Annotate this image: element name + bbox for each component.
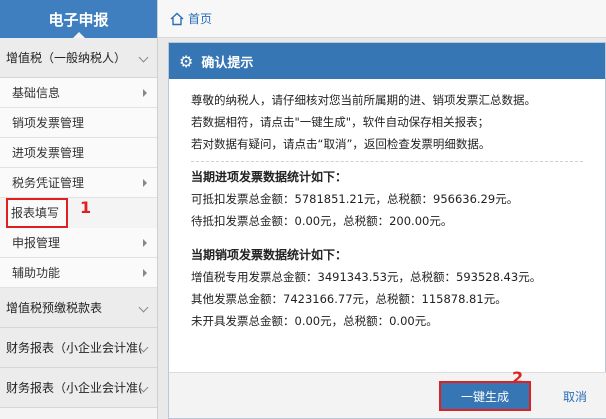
sidebar-item-report-fill[interactable]: 报表填写 <box>6 198 68 228</box>
chevron-right-icon <box>143 88 147 97</box>
dialog-body: 尊敬的纳税人，请仔细核对您当前所属期的进、销项发票汇总数据。 若数据相符，请点击… <box>169 79 605 332</box>
output-heading: 当期销项发票数据统计如下： <box>191 248 348 262</box>
home-link[interactable]: 首页 <box>188 10 212 27</box>
sidebar-title-text: 电子申报 <box>48 10 109 29</box>
annotation-marker-2: 2 <box>512 368 524 387</box>
sidebar-section-financial-2[interactable]: 财务报表（小企业会计准( <box>0 368 157 408</box>
chevron-down-icon <box>138 52 149 62</box>
sidebar-item-label: 税务凭证管理 <box>12 176 85 190</box>
cancel-button[interactable]: 取消 <box>543 381 606 411</box>
top-bar: 首页 <box>158 0 606 38</box>
input-stat-line: 待抵扣发票总金额：0.00元，总税额：200.00元。 <box>191 214 453 228</box>
annotation-marker-1: 1 <box>80 198 92 217</box>
sidebar: 电子申报 增值税（一般纳税人） 基础信息 销项发票管理 进项发票管理 税务凭证管… <box>0 0 158 419</box>
sidebar-section-prepay[interactable]: 增值税预缴税款表 <box>0 288 157 328</box>
sidebar-item-label: 基础信息 <box>12 86 61 100</box>
sidebar-item-purchase-invoice[interactable]: 进项发票管理 <box>0 138 157 168</box>
sidebar-section-vat[interactable]: 增值税（一般纳税人） <box>0 38 157 78</box>
home-icon[interactable] <box>170 12 184 26</box>
sidebar-section-prepay-label: 增值税预缴税款表 <box>6 301 103 315</box>
dialog-titlebar: ⚙ 确认提示 <box>169 43 605 79</box>
output-stat-line: 未开具发票总金额：0.00元，总税额：0.00元。 <box>191 314 438 328</box>
chevron-right-icon <box>143 178 147 187</box>
sidebar-item-declare-manage[interactable]: 申报管理 <box>0 228 157 258</box>
intro-line: 若对数据有疑问，请点击“取消”，返回检查发票明细数据。 <box>191 137 491 151</box>
chevron-right-icon <box>143 238 147 247</box>
sidebar-item-basic-info[interactable]: 基础信息 <box>0 78 157 108</box>
sidebar-item-aux-functions[interactable]: 辅助功能 <box>0 258 157 288</box>
sidebar-item-tax-voucher[interactable]: 税务凭证管理 <box>0 168 157 198</box>
sidebar-item-label: 进项发票管理 <box>12 146 85 160</box>
sidebar-section-financial-1-label: 财务报表（小企业会计准( <box>6 341 143 355</box>
divider <box>191 161 583 162</box>
dialog-title: 确认提示 <box>201 55 254 71</box>
sidebar-item-sales-invoice[interactable]: 销项发票管理 <box>0 108 157 138</box>
intro-line: 若数据相符，请点击"一键生成"，软件自动保存相关报表； <box>191 115 490 129</box>
sidebar-item-label: 辅助功能 <box>12 266 61 280</box>
chevron-down-icon <box>138 302 149 312</box>
intro-line: 尊敬的纳税人，请仔细核对您当前所属期的进、销项发票汇总数据。 <box>191 93 536 107</box>
sidebar-item-label: 销项发票管理 <box>12 116 85 130</box>
sidebar-item-label: 申报管理 <box>12 236 61 250</box>
confirm-dialog: ⚙ 确认提示 尊敬的纳税人，请仔细核对您当前所属期的进、销项发票汇总数据。 若数… <box>168 42 606 419</box>
output-stat-line: 其他发票总金额：7423166.77元，总税额：115878.81元。 <box>191 292 507 306</box>
sidebar-section-vat-label: 增值税（一般纳税人） <box>6 51 127 65</box>
chevron-right-icon <box>143 268 147 277</box>
input-heading: 当期进项发票数据统计如下： <box>191 170 348 184</box>
sidebar-section-financial-1[interactable]: 财务报表（小企业会计准( <box>0 328 157 368</box>
input-stat-line: 可抵扣发票总金额：5781851.21元，总税额：956636.29元。 <box>191 192 519 206</box>
sidebar-item-label: 报表填写 <box>11 206 60 220</box>
dialog-footer: 一键生成 取消 <box>169 372 606 418</box>
sidebar-section-financial-2-label: 财务报表（小企业会计准( <box>6 381 143 395</box>
sidebar-title: 电子申报 <box>0 0 157 38</box>
gear-icon: ⚙ <box>179 51 194 71</box>
output-stat-line: 增值税专用发票总金额：3491343.53元，总税额：593528.43元。 <box>191 270 542 284</box>
